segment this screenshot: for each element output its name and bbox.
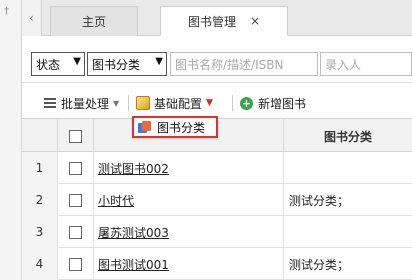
tab-bar: ‹ 主页 图书管理 × bbox=[22, 0, 412, 36]
caret-down-icon: ▼ bbox=[206, 98, 213, 108]
book-name-link[interactable]: 测试图书002 bbox=[98, 160, 169, 177]
book-name-cell: 测试图书002 bbox=[94, 152, 284, 184]
book-category-cell bbox=[284, 152, 412, 184]
book-name-cell: 屠苏测试003 bbox=[94, 216, 284, 248]
entry-user-placeholder: 录入人 bbox=[325, 57, 362, 72]
search-input-placeholder: 图书名称/描述/ISBN bbox=[175, 57, 284, 72]
toolbar: 批量处理 ▼ 基础配置 ▼ + 新增图书 bbox=[22, 88, 412, 118]
status-select-value: 状态 bbox=[36, 57, 61, 72]
category-select-value: 图书分类 bbox=[92, 57, 141, 72]
row-checkbox-cell bbox=[58, 216, 94, 248]
book-name-cell: 小时代 bbox=[94, 184, 284, 216]
header-category-label: 图书分类 bbox=[323, 129, 372, 144]
row-checkbox[interactable] bbox=[69, 193, 82, 207]
add-circle-icon: + bbox=[240, 96, 253, 110]
row-index: 2 bbox=[22, 184, 58, 216]
toolbar-divider bbox=[232, 95, 233, 111]
table-row[interactable]: 3 屠苏测试003 bbox=[22, 216, 412, 248]
batch-process-button[interactable]: 批量处理 ▼ bbox=[44, 92, 119, 114]
cube-icon bbox=[136, 96, 150, 110]
basic-config-button[interactable]: 基础配置 ▼ bbox=[136, 92, 213, 114]
row-checkbox-cell bbox=[58, 184, 94, 216]
tab-home-label: 主页 bbox=[81, 15, 106, 29]
row-index: 1 bbox=[22, 152, 58, 184]
header-index bbox=[22, 119, 58, 153]
toolbar-divider bbox=[128, 95, 129, 111]
close-icon[interactable]: × bbox=[250, 14, 260, 28]
header-select-all bbox=[58, 119, 94, 153]
book-name-link[interactable]: 屠苏测试003 bbox=[98, 224, 169, 241]
book-name-cell: 图书测试001 bbox=[94, 248, 284, 280]
row-index: 4 bbox=[22, 248, 58, 280]
list-icon bbox=[44, 97, 56, 109]
search-input[interactable]: 图书名称/描述/ISBN bbox=[170, 52, 318, 76]
divider bbox=[22, 82, 412, 83]
book-category-icon bbox=[138, 120, 152, 134]
basic-config-label: 基础配置 bbox=[154, 96, 203, 111]
tab-scroll-left-icon[interactable]: ‹ bbox=[22, 0, 42, 36]
pin-icon[interactable]: † bbox=[4, 6, 9, 17]
row-checkbox-cell bbox=[58, 248, 94, 280]
config-dropdown-item-book-category[interactable]: 图书分类 bbox=[132, 116, 218, 138]
filter-row: 状态 ▼ 图书分类 ▼ 图书名称/描述/ISBN 录入人 bbox=[22, 48, 412, 78]
header-category[interactable]: 图书分类 bbox=[284, 119, 412, 153]
book-name-link[interactable]: 小时代 bbox=[98, 192, 134, 209]
table-row[interactable]: 2 小时代 测试分类； bbox=[22, 184, 412, 216]
chevron-down-icon: ▼ bbox=[73, 56, 81, 67]
add-book-label: 新增图书 bbox=[258, 96, 307, 111]
batch-process-label: 批量处理 bbox=[61, 96, 110, 111]
entry-user-input[interactable]: 录入人 bbox=[320, 52, 412, 76]
tab-book-management[interactable]: 图书管理 × bbox=[160, 6, 288, 36]
table-row[interactable]: 4 图书测试001 测试分类； bbox=[22, 248, 412, 280]
status-select[interactable]: 状态 ▼ bbox=[31, 52, 85, 76]
row-checkbox[interactable] bbox=[69, 161, 82, 175]
tab-book-management-label: 图书管理 bbox=[187, 14, 236, 29]
add-book-button[interactable]: + 新增图书 bbox=[240, 92, 306, 114]
select-all-checkbox[interactable] bbox=[69, 129, 82, 143]
table-row[interactable]: 1 测试图书002 bbox=[22, 152, 412, 184]
chevron-down-icon: ▼ bbox=[155, 56, 163, 67]
book-table: 图书分类 1 测试图书002 2 小时代 测试分类； 3 屠苏测试003 4 图… bbox=[22, 118, 412, 280]
caret-down-icon: ▼ bbox=[113, 98, 120, 108]
tab-home[interactable]: 主页 bbox=[50, 6, 138, 36]
category-select[interactable]: 图书分类 ▼ bbox=[87, 52, 167, 76]
book-name-link[interactable]: 图书测试001 bbox=[98, 256, 169, 273]
book-category-cell: 测试分类； bbox=[289, 193, 350, 208]
book-category-cell bbox=[284, 216, 412, 248]
row-checkbox[interactable] bbox=[69, 257, 82, 271]
row-checkbox-cell bbox=[58, 152, 94, 184]
row-index: 3 bbox=[22, 216, 58, 248]
row-checkbox[interactable] bbox=[69, 225, 82, 239]
side-strip: † bbox=[0, 0, 22, 280]
dropdown-item-label: 图书分类 bbox=[157, 120, 206, 135]
book-category-cell: 测试分类； bbox=[289, 257, 350, 272]
